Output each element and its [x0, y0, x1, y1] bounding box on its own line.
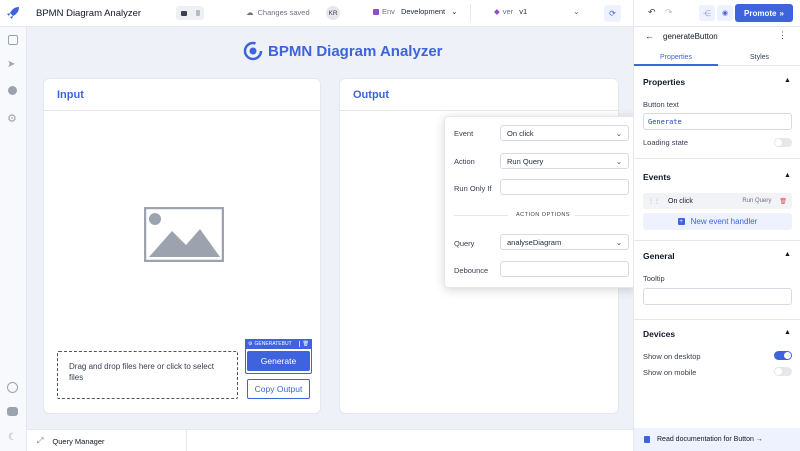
app-title[interactable]: BPMN Diagram Analyzer	[36, 8, 141, 19]
plus-icon: +	[677, 218, 685, 225]
rocket-icon[interactable]	[4, 4, 22, 22]
comments-icon[interactable]	[180, 10, 187, 16]
version-selector[interactable]: ◆ ver v1	[494, 7, 527, 16]
back-arrow-icon[interactable]: ←	[645, 31, 654, 41]
settings-icon[interactable]: ⚙	[7, 112, 17, 125]
query-manager-toggle[interactable]: ⤢ Query Manager	[37, 436, 105, 446]
chevron-down-icon: ⌄	[615, 156, 622, 166]
chevron-down-icon: ⌄	[615, 128, 622, 138]
file-dropzone[interactable]: Drag and drop files here or click to sel…	[57, 351, 238, 399]
input-card: Input Drag and drop files here or click …	[43, 78, 322, 414]
promote-button[interactable]: Promote»	[735, 4, 793, 22]
action-select[interactable]: Run Query ⌄	[500, 153, 629, 169]
save-status: ☁ Changes saved	[246, 8, 310, 17]
output-title: Output	[353, 89, 390, 101]
gear-icon: ⚙	[248, 341, 253, 347]
new-event-handler-button[interactable]: + New event handler	[643, 213, 792, 230]
left-sidebar: ➤ ⚙ ☾	[0, 27, 27, 451]
event-select[interactable]: On click ⌄	[500, 125, 629, 141]
collapse-icon[interactable]: ▲	[784, 172, 791, 179]
chevron-down-icon[interactable]: ⌄	[573, 7, 580, 16]
read-docs-link[interactable]: Read documentation for Button →	[634, 428, 800, 451]
cloud-icon: ☁	[246, 8, 254, 17]
loading-state-label: Loading state	[643, 138, 689, 147]
share-icon[interactable]: ⋲	[699, 5, 715, 21]
inspector-panel: ← generateButton ⋮ Properties Styles Pro…	[633, 27, 800, 451]
version-icon: ◆	[494, 7, 500, 16]
properties-section-title[interactable]: Properties	[643, 77, 685, 87]
docs-icon	[644, 436, 650, 443]
show-mobile-toggle[interactable]	[774, 367, 792, 376]
chevron-down-icon: ⌄	[615, 237, 622, 247]
app-canvas: BPMN Diagram Analyzer Input Drag and dro…	[27, 27, 636, 429]
avatar[interactable]: KR	[326, 6, 340, 20]
page-icon[interactable]	[195, 10, 200, 16]
event-handler-item[interactable]: ⋮⋮ On click Run Query 🗑	[643, 193, 792, 209]
debounce-input[interactable]	[500, 261, 629, 277]
logo-icon	[243, 41, 263, 61]
double-chevron-icon: »	[779, 8, 784, 18]
devices-section-title[interactable]: Devices	[643, 329, 675, 339]
tooltip-input[interactable]	[643, 288, 792, 305]
bottom-bar: ⤢ Query Manager	[27, 429, 633, 451]
trash-icon[interactable]: 🗑	[303, 341, 309, 347]
trash-icon[interactable]: 🗑	[779, 198, 787, 205]
top-bar: BPMN Diagram Analyzer ☁ Changes saved KR…	[0, 0, 800, 27]
collapse-icon[interactable]: ▲	[784, 329, 791, 336]
action-options-label: ACTION OPTIONS	[516, 212, 571, 218]
component-name[interactable]: generateButton	[663, 32, 718, 41]
loading-state-toggle[interactable]	[774, 138, 792, 147]
show-mobile-label: Show on mobile	[643, 368, 697, 377]
undo-icon[interactable]: ↶	[648, 7, 656, 18]
tooltip-label: Tooltip	[643, 274, 665, 283]
copy-output-button[interactable]: Copy Output	[247, 379, 310, 399]
tab-properties[interactable]: Properties	[634, 50, 718, 66]
input-title: Input	[57, 89, 84, 101]
comments-icon[interactable]	[7, 407, 18, 416]
image-placeholder-icon	[143, 206, 225, 263]
preview-icon[interactable]: ◉	[717, 5, 733, 21]
show-desktop-toggle[interactable]	[774, 351, 792, 360]
collapse-icon[interactable]: ▲	[784, 77, 791, 84]
env-selector[interactable]: Env Development	[373, 7, 445, 16]
tab-styles[interactable]: Styles	[718, 50, 800, 66]
component-tag[interactable]: ⚙ GENERATEBUT 🗑	[245, 339, 312, 349]
bug-icon[interactable]	[8, 86, 17, 95]
chat-icon[interactable]	[7, 382, 18, 393]
sync-icon[interactable]: ⟳	[604, 5, 621, 22]
theme-icon[interactable]: ☾	[8, 432, 17, 443]
collapse-icon[interactable]: ▲	[784, 251, 791, 258]
drag-handle-icon[interactable]: ⋮⋮	[648, 198, 660, 205]
show-desktop-label: Show on desktop	[643, 352, 701, 361]
general-section-title[interactable]: General	[643, 251, 675, 261]
button-text-input[interactable]: Generate	[643, 113, 792, 130]
more-icon[interactable]: ⋮	[778, 30, 787, 41]
chevron-down-icon[interactable]: ⌄	[451, 7, 458, 16]
env-icon	[373, 8, 379, 15]
inspector-icon[interactable]: ➤	[7, 59, 15, 70]
canvas-header: BPMN Diagram Analyzer	[243, 41, 443, 61]
redo-icon[interactable]: ↷	[665, 7, 673, 18]
button-text-label: Button text	[643, 100, 679, 109]
pages-icon[interactable]	[8, 35, 18, 45]
page-title: BPMN Diagram Analyzer	[268, 42, 443, 60]
generate-button[interactable]: Generate	[247, 351, 310, 371]
expand-icon: ⤢	[37, 436, 44, 445]
layout-toggle[interactable]	[176, 6, 204, 20]
query-select[interactable]: analyseDiagram ⌄	[500, 234, 629, 250]
events-section-title[interactable]: Events	[643, 172, 671, 182]
run-only-if-input[interactable]	[500, 179, 629, 195]
event-handler-popover: Event On click ⌄ Action Run Query ⌄ Run On…	[444, 116, 636, 288]
